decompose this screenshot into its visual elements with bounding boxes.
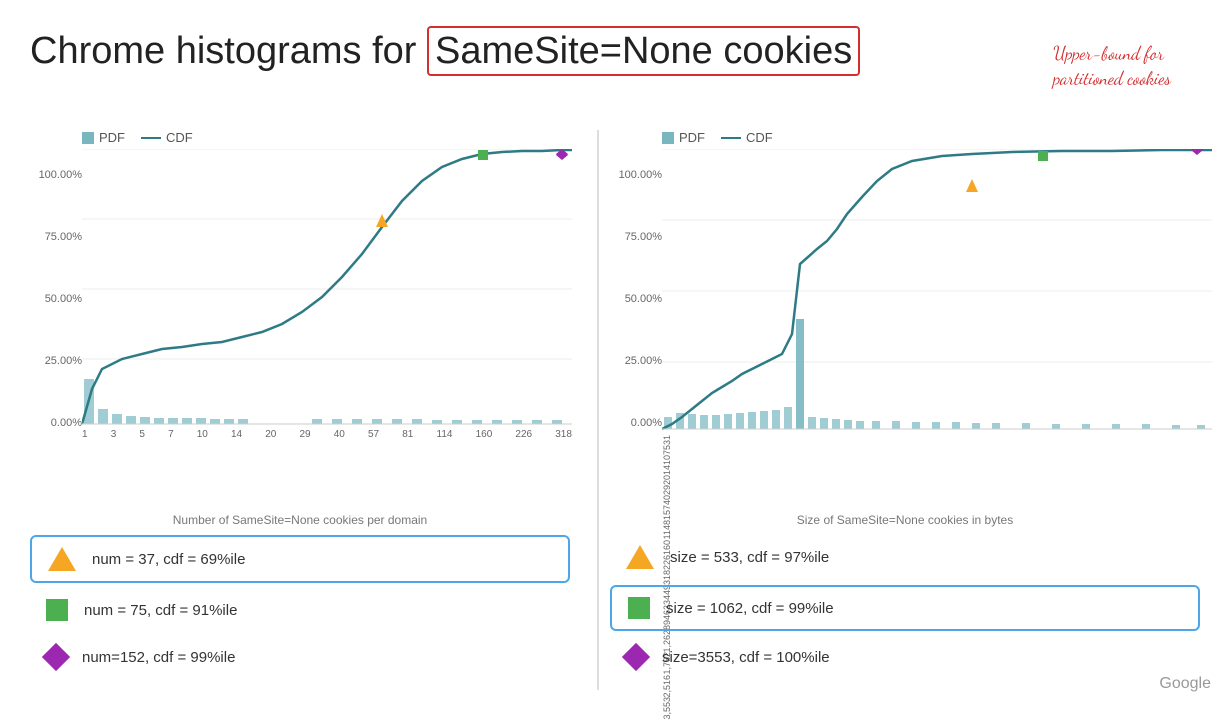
cdf-icon-left bbox=[141, 137, 161, 139]
diamond-icon-left-3 bbox=[42, 643, 70, 671]
legend-cdf-left: CDF bbox=[141, 130, 193, 145]
y-axis-left: 100.00% 75.00% 50.00% 25.00% 0.00% bbox=[30, 169, 82, 429]
info-text-right-3: size=3553, cdf = 100%ile bbox=[662, 649, 830, 666]
info-item-right-3: size=3553, cdf = 100%ile bbox=[610, 637, 1200, 677]
info-item-right-1: size = 533, cdf = 97%ile bbox=[610, 535, 1200, 579]
cdf-label-left: CDF bbox=[166, 130, 193, 145]
pdf-icon-right bbox=[662, 132, 674, 144]
legend-pdf-right: PDF bbox=[662, 130, 705, 145]
info-text-right-2: size = 1062, cdf = 99%ile bbox=[666, 600, 834, 617]
cdf-icon-right bbox=[721, 137, 741, 139]
diamond-icon-right-3 bbox=[622, 643, 650, 671]
chart-divider bbox=[597, 130, 599, 690]
chart-left: PDF CDF 100.00% 75.00% 50.00% 25.00% 0.0… bbox=[30, 130, 585, 480]
chart-svg-right bbox=[662, 149, 1212, 434]
annotation: Upper-bound for partitioned cookies bbox=[1053, 42, 1171, 92]
legend-left: PDF CDF bbox=[82, 130, 585, 145]
legend-pdf-left: PDF bbox=[82, 130, 125, 145]
chart-right-subtitle: Size of SameSite=None cookies in bytes bbox=[610, 513, 1200, 527]
pdf-label-left: PDF bbox=[99, 130, 125, 145]
info-text-left-3: num=152, cdf = 99%ile bbox=[82, 649, 235, 666]
cdf-label-right: CDF bbox=[746, 130, 773, 145]
info-item-left-3: num=152, cdf = 99%ile bbox=[30, 637, 570, 677]
info-text-left-1: num = 37, cdf = 69%ile bbox=[92, 551, 245, 568]
info-item-left-2: num = 75, cdf = 91%ile bbox=[30, 589, 570, 631]
info-box-left: Number of SameSite=None cookies per doma… bbox=[30, 513, 570, 683]
square-icon-right-2 bbox=[628, 597, 650, 619]
legend-cdf-right: CDF bbox=[721, 130, 773, 145]
chart-left-subtitle: Number of SameSite=None cookies per doma… bbox=[30, 513, 570, 527]
chart-right: PDF CDF 100.00% 75.00% 50.00% 25.00% 0.0… bbox=[610, 130, 1220, 500]
square-icon-left-2 bbox=[46, 599, 68, 621]
info-item-left-1: num = 37, cdf = 69%ile bbox=[30, 535, 570, 583]
y-axis-right: 100.00% 75.00% 50.00% 25.00% 0.00% bbox=[610, 169, 662, 429]
title-prefix: Chrome histograms for bbox=[30, 30, 427, 72]
x-axis-left: 1 3 5 7 10 14 20 29 40 57 81 114 160 226… bbox=[82, 429, 572, 440]
triangle-icon-right-1 bbox=[626, 545, 654, 569]
info-box-right: Size of SameSite=None cookies in bytes s… bbox=[610, 513, 1200, 683]
legend-right: PDF CDF bbox=[662, 130, 1220, 145]
annotation-line2: partitioned cookies bbox=[1053, 67, 1171, 92]
info-text-right-1: size = 533, cdf = 97%ile bbox=[670, 549, 829, 566]
google-logo: Google bbox=[1159, 675, 1211, 693]
page-title: Chrome histograms for SameSite=None cook… bbox=[30, 30, 860, 73]
annotation-line1: Upper-bound for bbox=[1053, 42, 1171, 67]
info-text-left-2: num = 75, cdf = 91%ile bbox=[84, 602, 237, 619]
pdf-label-right: PDF bbox=[679, 130, 705, 145]
pdf-icon-left bbox=[82, 132, 94, 144]
highlighted-term: SameSite=None cookies bbox=[427, 26, 860, 76]
triangle-icon-left-1 bbox=[48, 547, 76, 571]
info-item-right-2: size = 1062, cdf = 99%ile bbox=[610, 585, 1200, 631]
chart-svg-left bbox=[82, 149, 572, 429]
